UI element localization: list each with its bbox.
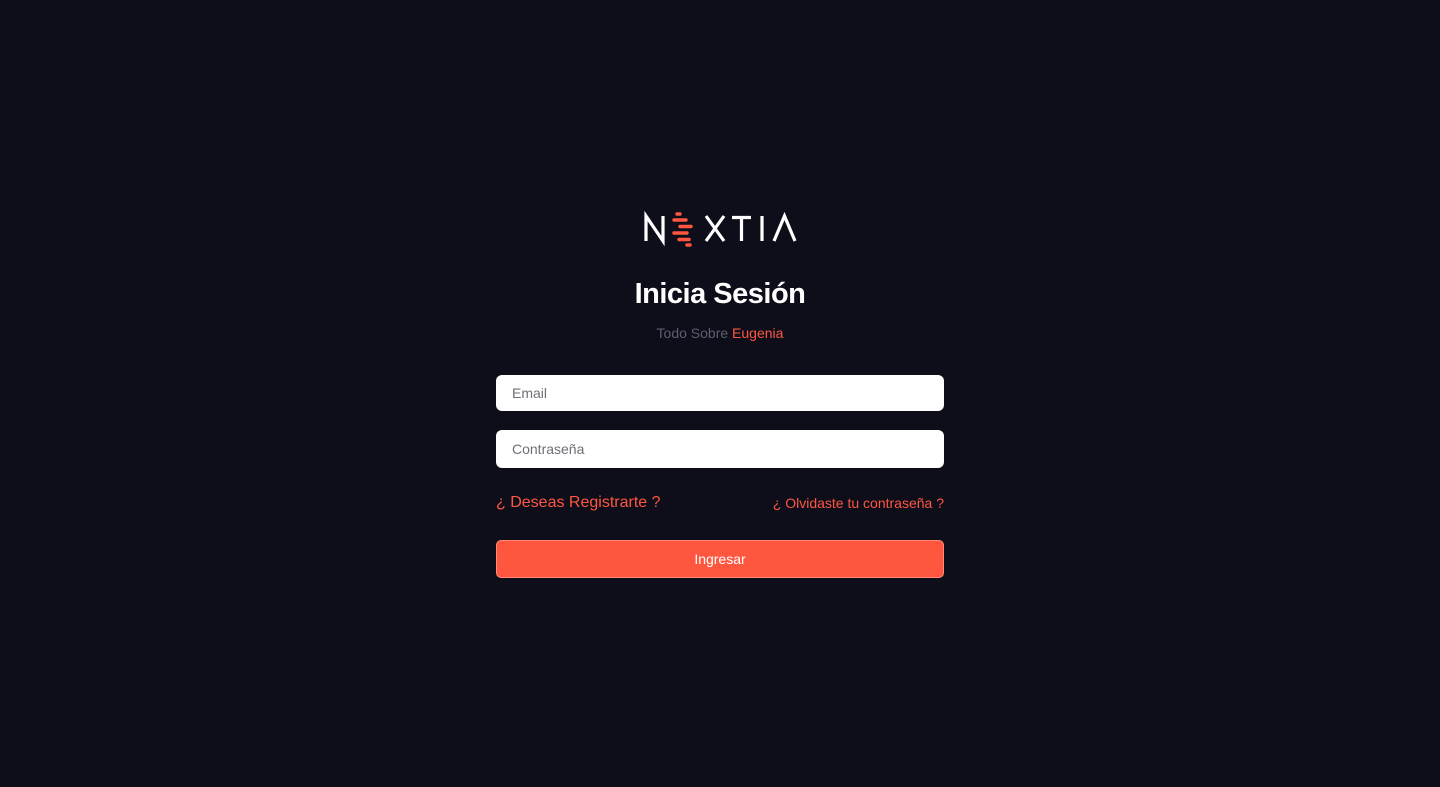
password-field[interactable] — [496, 430, 944, 468]
page-title: Inicia Sesión — [634, 278, 806, 310]
subtitle-prefix: Todo Sobre — [656, 325, 729, 341]
forgot-password-link[interactable]: ¿ Olvidaste tu contraseña ? — [773, 495, 944, 511]
register-link[interactable]: ¿ Deseas Registrarte ? — [496, 494, 661, 512]
email-field[interactable] — [496, 375, 944, 411]
nextia-logo — [644, 210, 797, 247]
subtitle-accent: Eugenia — [732, 325, 784, 341]
page-subtitle: Todo Sobre Eugenia — [0, 325, 1440, 341]
login-submit-button[interactable]: Ingresar — [496, 540, 944, 578]
login-page: Inicia Sesión Todo Sobre Eugenia ¿ Desea… — [0, 0, 1440, 787]
